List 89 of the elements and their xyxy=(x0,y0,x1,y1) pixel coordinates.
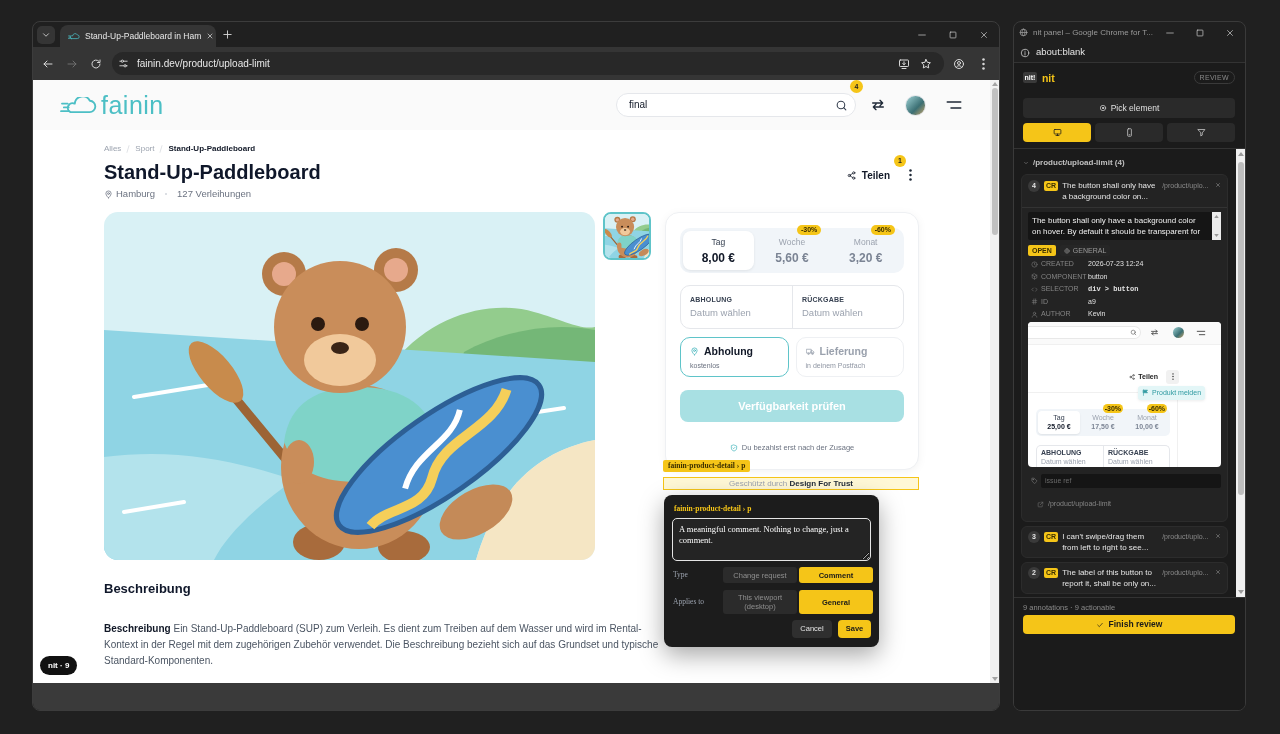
close-icon[interactable] xyxy=(206,32,215,40)
maximize-icon[interactable] xyxy=(1195,27,1205,38)
view-toggle[interactable] xyxy=(1095,123,1163,142)
close-icon[interactable] xyxy=(1215,182,1221,188)
location-text: Hamburg xyxy=(116,186,156,201)
monitor-download-icon[interactable] xyxy=(898,57,910,70)
price-tab[interactable]: Tag 8,00 € xyxy=(683,231,754,270)
more-options-icon[interactable] xyxy=(909,169,912,181)
comment-field[interactable]: A meaningful comment. Nothing to change, just a comment. xyxy=(672,518,871,561)
group-heading[interactable]: /product/upload-limit (4) xyxy=(1033,157,1125,168)
pick-element-button[interactable]: Pick element xyxy=(1023,98,1235,118)
address-bar[interactable]: fainin.dev/product/upload-limit xyxy=(112,52,944,75)
scroll-down-icon[interactable] xyxy=(1214,234,1219,237)
share-icon xyxy=(846,170,856,180)
finish-review-button[interactable]: Finish review xyxy=(1023,615,1235,634)
clock-icon xyxy=(1031,260,1038,268)
view-toggle[interactable] xyxy=(1023,123,1091,142)
flag-icon xyxy=(1142,389,1149,396)
app-name: nit xyxy=(1041,71,1055,84)
scroll-up-icon[interactable] xyxy=(1237,152,1244,156)
info-icon xyxy=(1020,47,1030,58)
browser-tab[interactable]: Stand-Up-Paddleboard in Ham xyxy=(60,25,216,47)
check-icon xyxy=(1095,620,1104,629)
maximize-icon[interactable] xyxy=(947,29,958,40)
chevron-down-icon[interactable] xyxy=(1023,159,1029,166)
address-text: about:blank xyxy=(1036,45,1086,60)
scroll-up-icon[interactable] xyxy=(991,82,998,86)
target-icon xyxy=(1098,104,1107,112)
scrollbar-thumb[interactable] xyxy=(1237,162,1244,495)
breadcrumb-link[interactable]: Stand-Up-Paddleboard xyxy=(168,144,256,154)
annotation-text-field[interactable]: The button shall only have a background color on hover. By default it should be transparent for xyxy=(1028,212,1221,240)
shield-check-icon xyxy=(729,444,738,452)
product-title: Stand-Up-Paddleboard xyxy=(104,160,321,184)
profile-icon[interactable] xyxy=(953,57,965,70)
star-icon[interactable] xyxy=(920,57,932,70)
close-icon[interactable] xyxy=(1215,532,1221,539)
rental-count: 127 Verleihungen xyxy=(177,186,252,201)
map-pin-icon xyxy=(104,189,113,199)
avatar-icon xyxy=(1173,327,1184,338)
cloud-icon xyxy=(68,32,80,40)
map-pin-icon xyxy=(690,346,699,356)
cube-icon xyxy=(1031,273,1038,281)
window-title: nit panel – Google Chrome for T... xyxy=(1033,26,1154,39)
more-options-icon[interactable] xyxy=(982,57,985,70)
close-icon[interactable] xyxy=(1215,568,1221,575)
image-thumbnail[interactable] xyxy=(603,212,651,260)
plus-icon[interactable] xyxy=(222,29,233,40)
swap-arrows-icon xyxy=(1150,328,1159,337)
search-icon[interactable] xyxy=(835,98,848,112)
avatar-icon[interactable] xyxy=(905,94,926,116)
search-icon xyxy=(1130,329,1137,336)
annotation-summary[interactable]: I can't swipe/drag them from left to right to see... xyxy=(1062,530,1160,553)
dot-separator-icon xyxy=(165,193,168,195)
hash-icon xyxy=(1031,298,1038,306)
code-icon xyxy=(1031,285,1038,293)
monitor-icon xyxy=(1052,128,1062,137)
truck-icon xyxy=(805,346,815,356)
filter-icon xyxy=(1196,128,1206,137)
globe-icon xyxy=(1063,247,1070,254)
close-icon[interactable] xyxy=(1225,27,1235,38)
share-icon xyxy=(1129,373,1136,380)
tag-icon xyxy=(1031,477,1038,484)
tab-search-button[interactable] xyxy=(37,25,55,44)
view-toggle[interactable] xyxy=(1167,123,1235,142)
share-button[interactable]: Teilen xyxy=(842,167,894,183)
slash-separator-icon xyxy=(159,145,164,153)
section-heading: Beschreibung xyxy=(104,581,191,597)
globe-icon xyxy=(1019,28,1028,37)
cloud-logo-icon[interactable] xyxy=(60,96,98,114)
reload-icon[interactable] xyxy=(90,57,102,70)
scroll-up-icon[interactable] xyxy=(1214,215,1219,218)
search-field[interactable]: final xyxy=(616,93,856,117)
nit-launcher-button[interactable]: nit · 9 xyxy=(40,656,78,675)
scroll-down-icon[interactable] xyxy=(1237,590,1244,594)
close-icon[interactable] xyxy=(978,29,989,40)
annotation-card[interactable] xyxy=(1021,174,1228,522)
scroll-down-icon[interactable] xyxy=(991,677,998,681)
person-icon xyxy=(1031,310,1038,318)
more-options-icon xyxy=(1171,373,1174,380)
annotation-summary[interactable]: The label of this button to report it, shall be only on... xyxy=(1062,566,1160,589)
highlighted-paragraph: Geschützt durch Design For Trust xyxy=(663,477,919,490)
description-text: Beschreibung Ein Stand-Up-Paddleboard (SUP) zum Verleih. Es dient zum Treiben auf dem Wasser und wird im Rental-Kontext in der Regel mit dem zugehörigen Zubehör verwendet. Die Beschreibung bezieht sich auf das Grundset und typische Standard-Komponenten. xyxy=(104,622,659,668)
sliders-icon[interactable] xyxy=(118,58,129,69)
slash-separator-icon xyxy=(126,145,131,153)
annotation-summary[interactable]: The button shall only have a background color on... xyxy=(1062,180,1160,202)
scrollbar-thumb[interactable] xyxy=(991,88,998,235)
phone-icon xyxy=(1124,128,1134,137)
external-link-icon xyxy=(1037,501,1044,508)
swap-arrows-icon[interactable] xyxy=(870,97,886,113)
